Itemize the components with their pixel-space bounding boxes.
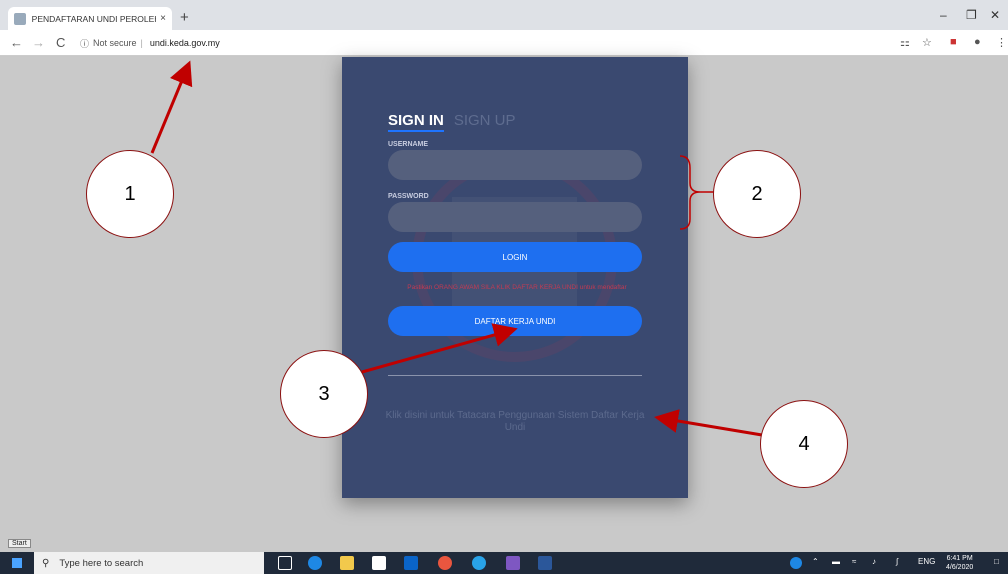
visual-studio-icon[interactable] [506, 556, 520, 570]
help-tray-icon[interactable] [790, 557, 802, 569]
app-icon[interactable] [472, 556, 486, 570]
bracket-2 [679, 155, 701, 230]
task-view-icon[interactable] [278, 556, 292, 570]
search-placeholder: Type here to search [59, 557, 144, 569]
taskbar-search[interactable]: ⚲ Type here to search [34, 552, 264, 574]
volume-icon[interactable]: ♪ [872, 557, 876, 566]
arrow-3 [361, 323, 518, 374]
word-icon[interactable] [538, 556, 552, 570]
wifi-icon[interactable]: ≈ [852, 557, 856, 566]
arrow-4 [654, 409, 763, 437]
edge-icon[interactable] [308, 556, 322, 570]
clock-date: 4/6/2020 [946, 564, 974, 571]
outlook-icon[interactable] [404, 556, 418, 570]
language-indicator[interactable]: ENG [918, 557, 935, 566]
pen-icon[interactable]: ∫ [896, 557, 898, 566]
callout-3: 3 [280, 350, 368, 438]
search-icon: ⚲ [42, 557, 50, 569]
arrow-1 [150, 60, 193, 154]
store-icon[interactable] [372, 556, 386, 570]
clock-time: 6:41 PM [946, 555, 973, 562]
annotation-arrows [150, 60, 763, 437]
windows-start-icon[interactable] [12, 558, 22, 568]
clock[interactable]: 6:41 PM 4/6/2020 [946, 554, 973, 572]
start-tooltip: Start [8, 539, 31, 548]
notification-icon[interactable]: □ [994, 557, 999, 566]
battery-icon[interactable]: ▬ [832, 557, 840, 566]
callout-4: 4 [760, 400, 848, 488]
callout-1: 1 [86, 150, 174, 238]
chevron-up-icon[interactable]: ⌃ [812, 557, 819, 566]
callout-2: 2 [713, 150, 801, 238]
file-explorer-icon[interactable] [340, 556, 354, 570]
chrome-icon[interactable] [438, 556, 452, 570]
taskbar: ⚲ Type here to search ⌃ ▬ ≈ ♪ ∫ ENG 6:41… [0, 552, 1008, 574]
